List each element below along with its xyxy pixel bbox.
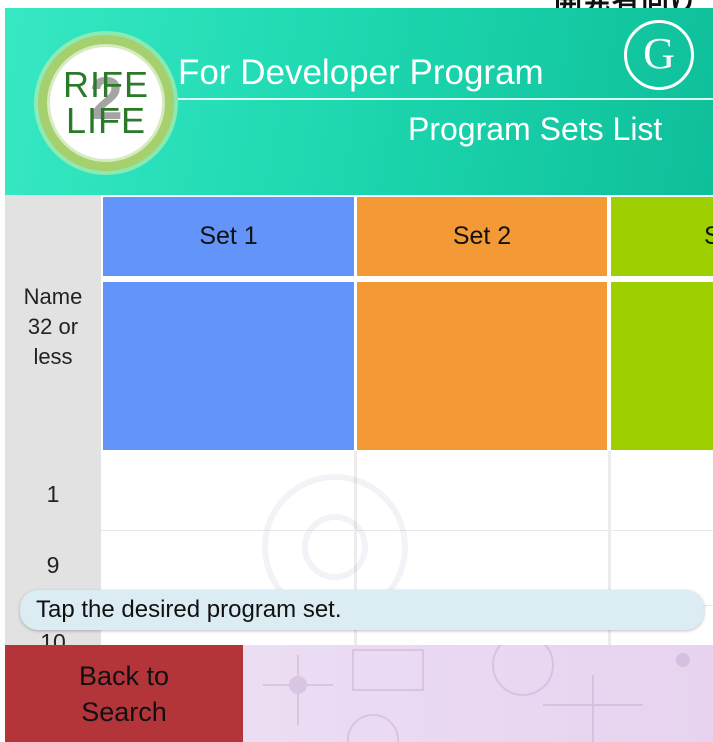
page-subtitle: Program Sets List: [408, 111, 663, 147]
set-1-header[interactable]: Set 1: [103, 197, 354, 276]
app-header: 2 RIFE LIFE For Developer Program Progra…: [5, 8, 713, 195]
back-to-search-button[interactable]: Back to Search: [5, 645, 243, 742]
top-status-strip: 開発者向け: [0, 0, 713, 8]
logo-text-top: RIFE: [62, 64, 149, 105]
footer-decoration: [263, 645, 690, 742]
set-3-header[interactable]: S: [611, 197, 713, 276]
rife-life-logo: 2 RIFE LIFE: [38, 35, 174, 171]
row-label-9: 9: [46, 552, 60, 578]
page-title: For Developer Program: [178, 53, 544, 92]
row-label-1: 1: [46, 481, 60, 507]
set-1-name-cell[interactable]: [103, 282, 354, 450]
set-2-name-cell[interactable]: [357, 282, 607, 450]
footer-bar: Back to Search: [5, 645, 713, 742]
logo-text-bottom: LIFE: [65, 100, 147, 141]
program-sets-table: Name 32 or less 1 9 10 Set 1 Set 2 S: [5, 195, 713, 645]
account-g-button[interactable]: G: [624, 20, 694, 90]
row-header-column: Name 32 or less 1 9 10: [5, 195, 101, 645]
set-3-name-cell[interactable]: [611, 282, 713, 450]
toast-message: Tap the desired program set.: [20, 590, 704, 630]
top-cut-text: 開発者向け: [554, 0, 699, 8]
row-label-10: 10: [40, 629, 66, 645]
name-row-header: Name 32 or less: [5, 195, 101, 451]
set-2-header[interactable]: Set 2: [357, 197, 607, 276]
header-divider: [178, 98, 713, 100]
name-row-label: Name 32 or less: [23, 284, 83, 369]
